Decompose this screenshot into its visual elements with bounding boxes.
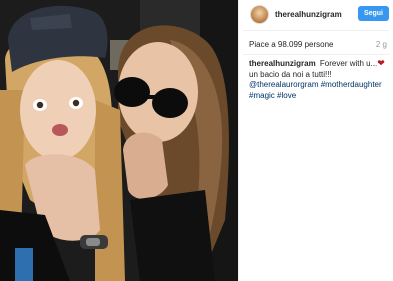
caption-text-line-1: Forever with u... [319, 59, 378, 68]
hashtag-love[interactable]: #love [277, 91, 296, 100]
caption-author[interactable]: therealhunzigram [249, 59, 316, 68]
heart-emoji-icon: ❤ [377, 58, 385, 68]
header-username[interactable]: therealhunzigram [275, 10, 342, 19]
post-time[interactable]: 2 g [376, 40, 387, 49]
instagram-post: therealhunzigram Segui Piace a 98.099 pe… [0, 0, 393, 281]
follow-button[interactable]: Segui [357, 6, 389, 21]
post-header: therealhunzigram Segui [239, 0, 393, 28]
likes-divider [243, 54, 389, 55]
post-side-panel: therealhunzigram Segui Piace a 98.099 pe… [238, 0, 393, 281]
post-photo[interactable] [0, 0, 238, 281]
caption-mention[interactable]: @therealaurorgram [249, 80, 318, 89]
hashtag-magic[interactable]: #magic [249, 91, 275, 100]
caption-text-line-2: un bacio da noi a tutti!!! [249, 69, 332, 79]
header-divider [243, 30, 389, 31]
likes-count[interactable]: Piace a 98.099 persone [249, 40, 334, 49]
post-caption: therealhunzigram Forever with u...❤ un b… [249, 58, 388, 101]
selfie-image [0, 0, 238, 281]
likes-row: Piace a 98.099 persone 2 g [249, 38, 387, 50]
hashtag-motherdaughter[interactable]: #motherdaughter [321, 80, 382, 89]
avatar[interactable] [250, 4, 269, 24]
